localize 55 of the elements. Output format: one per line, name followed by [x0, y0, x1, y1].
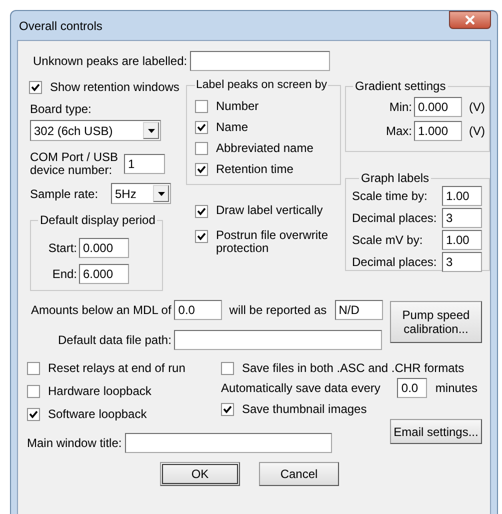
checkbox-label: Postrun file overwrite protection [216, 229, 330, 255]
board-type-dropdown[interactable]: 302 (6ch USB) [30, 120, 161, 141]
unit-label: minutes [435, 381, 478, 395]
unit-label: (V) [469, 100, 485, 114]
checkbox-label: Save thumbnail images [242, 402, 367, 416]
field-label: Scale mV by: [352, 233, 424, 247]
input-field[interactable]: 3 [442, 208, 482, 228]
input-field[interactable]: 0.000 [79, 238, 129, 258]
input-field[interactable]: 0.0 [174, 300, 222, 320]
input-field[interactable]: 1 [124, 154, 165, 174]
group-title: Default display period [39, 213, 156, 227]
field-label: Board type: [30, 102, 92, 116]
group-title: Label peaks on screen by [195, 79, 328, 91]
checkbox-label: Draw label vertically [216, 204, 324, 217]
input-field[interactable]: 1.000 [414, 121, 462, 141]
pump-calibration-button[interactable]: Pump speed calibration... [390, 301, 482, 343]
field-label: Min: [388, 100, 413, 114]
checkbox-label: Number [216, 99, 259, 113]
field-label: Scale time by: [352, 189, 428, 203]
checkbox-label: Reset relays at end of run [48, 361, 186, 375]
input-field[interactable]: 6.000 [79, 264, 129, 284]
field-label: Sample rate: [30, 186, 100, 200]
field-label: Decimal places: [352, 211, 438, 225]
field-label: Decimal places: [352, 255, 438, 269]
ok-button[interactable]: OK [160, 462, 240, 486]
input-field[interactable]: 3 [442, 252, 482, 272]
cancel-button[interactable]: Cancel [259, 462, 339, 486]
email-settings-button[interactable]: Email settings... [390, 419, 482, 444]
checkbox-label: Hardware loopback [48, 384, 152, 398]
unit-label: (V) [469, 124, 485, 138]
field-label: Automatically save data every [221, 381, 380, 395]
checkbox-label: Show retention windows [50, 80, 180, 94]
sample-rate-dropdown[interactable]: 5Hz [111, 183, 171, 204]
group-title: Graph labels [360, 171, 430, 185]
checkbox-label: Abbreviated name [216, 141, 314, 155]
input-field[interactable]: 1.00 [442, 230, 482, 250]
input-field[interactable]: 1.00 [442, 186, 482, 206]
checkbox-label: Name [216, 120, 248, 134]
field-label: End: [51, 267, 78, 281]
checkbox-label: Save files in both .ASC and .CHR formats [242, 361, 464, 375]
input-field[interactable]: 0.0 [397, 378, 428, 398]
checkbox-label: Software loopback [48, 407, 147, 421]
field-label: will be reported as [229, 303, 327, 317]
field-label: Default data file path: [58, 333, 172, 347]
field-label: COM Port / USB device number: [30, 151, 120, 177]
field-label: Start: [47, 241, 78, 255]
field-label: Amounts below an MDL of [31, 303, 172, 317]
field-label: Main window title: [27, 436, 122, 450]
input-field[interactable]: N/D [334, 300, 383, 320]
window-title: Overall controls [19, 18, 102, 32]
field-label: Max: [384, 124, 413, 138]
field-label: Unknown peaks are labelled: [33, 54, 188, 68]
group-title: Gradient settings [354, 79, 447, 93]
checkbox-label: Retention time [216, 162, 294, 176]
input-field[interactable]: 0.000 [414, 97, 462, 117]
